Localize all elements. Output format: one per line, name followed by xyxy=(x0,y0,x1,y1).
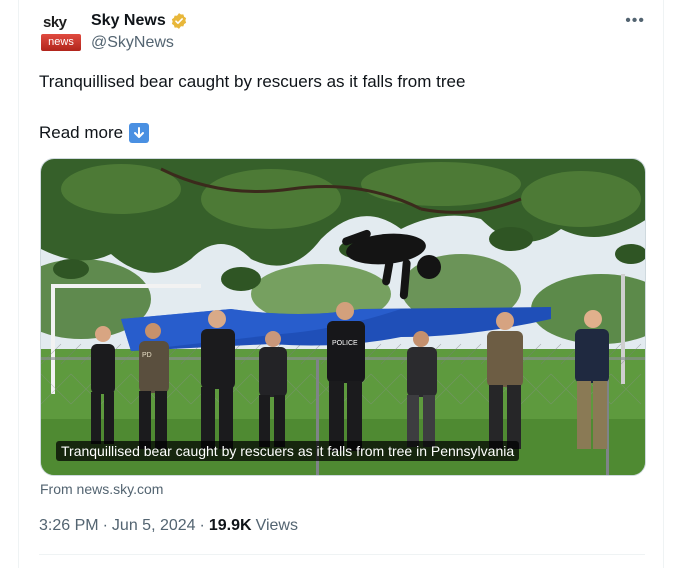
meta-separator: · xyxy=(199,517,205,534)
read-more-line: Read more xyxy=(39,123,150,143)
read-more-text: Read more xyxy=(39,123,124,142)
tweet-card: sky news Sky News @SkyNews ••• Tranquill… xyxy=(18,0,664,568)
link-source[interactable]: From news.sky.com xyxy=(40,481,163,497)
logo-news-text: news xyxy=(41,34,81,51)
media-caption: Tranquillised bear caught by rescuers as… xyxy=(56,441,520,461)
verified-badge-icon xyxy=(170,12,188,30)
author-name-row: Sky News xyxy=(91,12,188,30)
author-handle[interactable]: @SkyNews xyxy=(91,34,174,52)
tweet-media-photo[interactable]: PD POLICE Tranquillised bear caught by r… xyxy=(40,158,646,476)
meta-separator: · xyxy=(102,517,108,534)
bear-rescue-photo: PD POLICE xyxy=(41,159,645,475)
down-arrow-icon xyxy=(129,123,150,143)
views-count: 19.9K xyxy=(208,517,252,534)
vest-label-pd: PD xyxy=(142,352,152,359)
tweet-meta: 3:26 PM · Jun 5, 2024 · 19.9K Views xyxy=(39,517,298,535)
tweet-time[interactable]: 3:26 PM xyxy=(39,517,99,535)
vest-label-police: POLICE xyxy=(332,340,358,347)
logo-sky-text: sky xyxy=(43,14,67,31)
tweet-date[interactable]: Jun 5, 2024 xyxy=(112,517,196,535)
more-options-icon[interactable]: ••• xyxy=(625,12,645,30)
author-display-name[interactable]: Sky News xyxy=(91,12,166,30)
divider xyxy=(39,554,645,555)
tweet-text: Tranquillised bear caught by rescuers as… xyxy=(39,72,466,91)
views-label: Views xyxy=(255,517,298,534)
avatar[interactable]: sky news xyxy=(39,14,81,56)
